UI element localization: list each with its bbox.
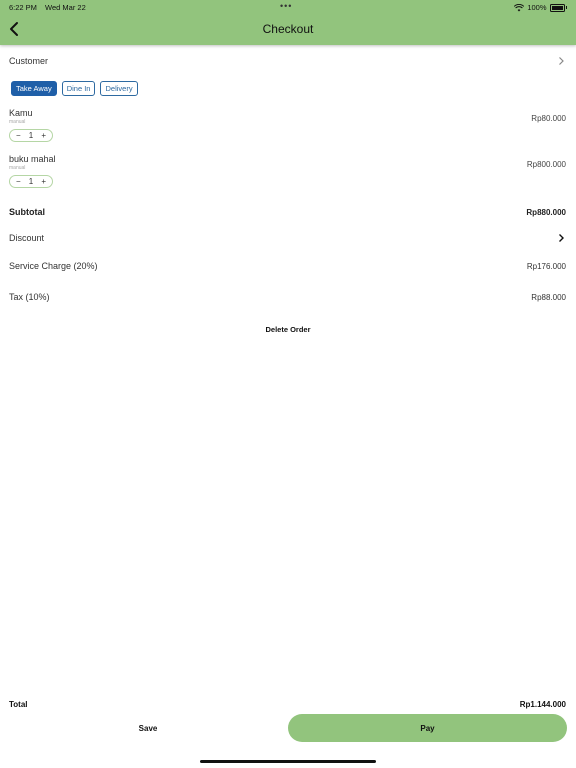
minus-icon[interactable]: − [16, 175, 21, 188]
tax-value: Rp88.000 [531, 292, 566, 302]
subtotal-value: Rp880.000 [526, 207, 566, 217]
item-sub: manual [9, 165, 26, 171]
battery-icon [549, 3, 565, 12]
customer-label: Customer [9, 56, 49, 66]
battery-percent: 100% [527, 3, 547, 12]
total-value: Rp1.144.000 [519, 700, 566, 709]
page-title: Checkout [262, 22, 314, 36]
plus-icon[interactable]: + [41, 175, 46, 188]
discount-row[interactable]: Discount [9, 233, 566, 243]
minus-icon[interactable]: − [16, 129, 21, 142]
quantity-stepper: − 1 + [9, 175, 53, 188]
status-date: Wed Mar 22 [45, 3, 86, 12]
discount-label: Discount [9, 233, 45, 243]
multitasking-dots[interactable]: ••• [280, 1, 292, 11]
service-charge-value: Rp176.000 [526, 261, 566, 271]
delete-order-button[interactable]: Delete Order [0, 325, 576, 334]
tax-row: Tax (10%) Rp88.000 [9, 292, 566, 302]
service-charge-label: Service Charge (20%) [9, 261, 98, 271]
app-header: 6:22 PM Wed Mar 22 ••• 100% Checkout [0, 0, 576, 45]
total-row: Total Rp1.144.000 [9, 700, 566, 709]
order-type-delivery[interactable]: Delivery [100, 81, 138, 96]
tax-label: Tax (10%) [9, 292, 50, 302]
order-type-selector: Take Away Dine In Delivery [11, 81, 138, 96]
subtotal-row: Subtotal Rp880.000 [9, 207, 566, 217]
item-price: Rp80.000 [531, 114, 566, 123]
item-price: Rp800.000 [526, 160, 566, 169]
status-bar-right: 100% [514, 3, 567, 12]
chevron-right-icon [559, 234, 564, 242]
home-indicator[interactable] [200, 760, 376, 763]
item-name: buku mahal [9, 154, 56, 164]
order-type-take-away[interactable]: Take Away [11, 81, 57, 96]
customer-row[interactable]: Customer [9, 55, 566, 67]
total-label: Total [9, 700, 28, 709]
status-bar-left: 6:22 PM Wed Mar 22 [9, 3, 86, 12]
order-type-dine-in[interactable]: Dine In [61, 81, 96, 96]
service-charge-row: Service Charge (20%) Rp176.000 [9, 261, 566, 271]
wifi-icon [514, 3, 525, 11]
battery-tip-icon [565, 6, 567, 9]
save-button[interactable]: Save [9, 714, 287, 742]
item-name: Kamu [9, 108, 33, 118]
plus-icon[interactable]: + [41, 129, 46, 142]
quantity-stepper: − 1 + [9, 129, 53, 142]
chevron-right-icon [559, 57, 564, 65]
pay-button[interactable]: Pay [288, 714, 567, 742]
quantity-value: 1 [28, 131, 34, 140]
item-sub: manual [9, 119, 26, 125]
quantity-value: 1 [28, 177, 34, 186]
status-time: 6:22 PM [9, 3, 37, 12]
subtotal-label: Subtotal [9, 207, 45, 217]
